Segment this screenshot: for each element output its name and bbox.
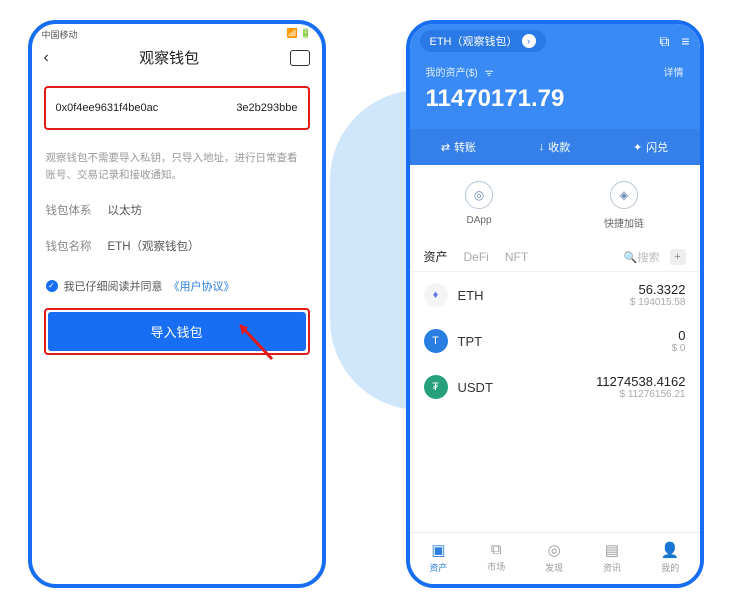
tab-defi[interactable]: DeFi xyxy=(464,250,489,264)
hint-text: 观察钱包不需要导入私钥，只导入地址，进行日常查看账号、交易记录和接收通知。 xyxy=(32,136,322,192)
user-icon: 👤 xyxy=(661,541,680,559)
action-bar: ⇄ 转账 ↓ 收款 ✦ 闪兑 xyxy=(410,129,700,165)
top-icons: ⧉ ≡ xyxy=(659,33,689,50)
token-name: USDT xyxy=(458,380,493,395)
import-wallet-button[interactable]: 导入钱包 xyxy=(48,312,306,351)
name-label: 钱包名称 xyxy=(46,238,92,254)
import-highlight: 导入钱包 xyxy=(44,308,310,355)
name-value: ETH（观察钱包） xyxy=(108,238,200,254)
wallet-pill-label: ETH（观察钱包） xyxy=(430,33,518,49)
token-amount: 56.3322 xyxy=(630,282,686,297)
token-amount: 11274538.4162 xyxy=(596,374,685,389)
nav-market[interactable]: ⧉市场 xyxy=(487,541,505,574)
back-icon[interactable]: ‹ xyxy=(44,49,49,67)
bottom-nav: ▣资产 ⧉市场 ◎发现 ▤资讯 👤我的 xyxy=(410,532,700,584)
balance-amount: 11470171.79 xyxy=(426,79,684,129)
nav-discover[interactable]: ◎发现 xyxy=(545,541,563,574)
scan-icon[interactable]: ⧉ xyxy=(659,33,669,50)
quick-row: ◎ DApp ◈ 快捷加链 xyxy=(410,165,700,242)
wallet-icon: ▣ xyxy=(431,541,445,559)
tab-nft[interactable]: NFT xyxy=(505,250,528,264)
phone-left: 中国移动 📶 🔋 ‹ 观察钱包 0x0f4ee9631f4be0ac 3e2b2… xyxy=(28,20,326,588)
asset-tabs: 资产 DeFi NFT 🔍搜索 + xyxy=(410,242,700,272)
wallet-name-row: 钱包名称 ETH（观察钱包） xyxy=(32,228,322,264)
token-name: TPT xyxy=(458,334,483,349)
compass-icon: ◎ xyxy=(465,181,493,209)
token-row-usdt[interactable]: ₮ USDT 11274538.4162 $ 11276156.21 xyxy=(410,364,700,410)
discover-icon: ◎ xyxy=(548,541,561,559)
page-title: 观察钱包 xyxy=(139,47,199,68)
checkbox-checked-icon[interactable]: ✓ xyxy=(46,280,58,292)
tab-assets[interactable]: 资产 xyxy=(424,248,448,265)
chain-icon: ◈ xyxy=(610,181,638,209)
menu-icon[interactable]: ≡ xyxy=(681,33,689,50)
carrier: 中国移动 xyxy=(42,28,78,41)
token-amount: 0 xyxy=(672,328,686,343)
assets-label: 我的资产($) ᯤ xyxy=(426,64,494,79)
search-icon[interactable]: 🔍搜索 xyxy=(624,249,660,265)
news-icon: ▤ xyxy=(605,541,619,559)
wallet-selector[interactable]: ETH（观察钱包） › xyxy=(420,30,546,52)
dapp-button[interactable]: ◎ DApp xyxy=(465,181,493,230)
token-name: ETH xyxy=(458,288,484,303)
token-row-tpt[interactable]: T TPT 0 $ 0 xyxy=(410,318,700,364)
swap-button[interactable]: ✦ 闪兑 xyxy=(633,139,668,155)
token-fiat: $ 0 xyxy=(672,343,686,354)
token-row-eth[interactable]: ♦ ETH 56.3322 $ 194015.58 xyxy=(410,272,700,318)
top-bar: ETH（观察钱包） › ⧉ ≡ xyxy=(410,24,700,52)
user-agreement-link[interactable]: 《用户协议》 xyxy=(169,278,235,294)
agree-text: 我已仔细阅读并同意 xyxy=(64,278,163,294)
chain-row: 钱包体系 以太坊 xyxy=(32,192,322,228)
nav-me[interactable]: 👤我的 xyxy=(661,541,680,574)
chain-label: 钱包体系 xyxy=(46,202,92,218)
detail-link[interactable]: 详情 xyxy=(664,64,684,79)
address-prefix: 0x0f4ee9631f4be0ac xyxy=(56,102,159,114)
receive-button[interactable]: ↓ 收款 xyxy=(539,139,571,155)
chevron-right-icon: › xyxy=(522,34,536,48)
transfer-button[interactable]: ⇄ 转账 xyxy=(441,139,476,155)
chain-value: 以太坊 xyxy=(108,202,143,218)
token-fiat: $ 194015.58 xyxy=(630,297,686,308)
scan-icon[interactable] xyxy=(290,50,310,66)
address-input[interactable]: 0x0f4ee9631f4be0ac 3e2b293bbe xyxy=(44,86,310,130)
status-bar: 中国移动 📶 🔋 xyxy=(32,24,322,41)
add-token-button[interactable]: + xyxy=(670,249,686,265)
usdt-icon: ₮ xyxy=(424,375,448,399)
phone-right: ETH（观察钱包） › ⧉ ≡ 我的资产($) ᯤ 详情 11470171.79… xyxy=(406,20,704,588)
eye-icon[interactable]: ᯤ xyxy=(485,68,494,79)
tpt-icon: T xyxy=(424,329,448,353)
add-chain-button[interactable]: ◈ 快捷加链 xyxy=(604,181,644,230)
nav-assets[interactable]: ▣资产 xyxy=(429,541,447,574)
token-fiat: $ 11276156.21 xyxy=(596,389,685,400)
market-icon: ⧉ xyxy=(491,541,502,558)
status-icons: 📶 🔋 xyxy=(287,28,312,41)
balance-card: 我的资产($) ᯤ 详情 11470171.79 xyxy=(410,52,700,129)
nav-news[interactable]: ▤资讯 xyxy=(603,541,621,574)
eth-icon: ♦ xyxy=(424,283,448,307)
agreement-row[interactable]: ✓ 我已仔细阅读并同意 《用户协议》 xyxy=(32,264,322,304)
header: ‹ 观察钱包 xyxy=(32,41,322,80)
address-suffix: 3e2b293bbe xyxy=(236,102,297,114)
